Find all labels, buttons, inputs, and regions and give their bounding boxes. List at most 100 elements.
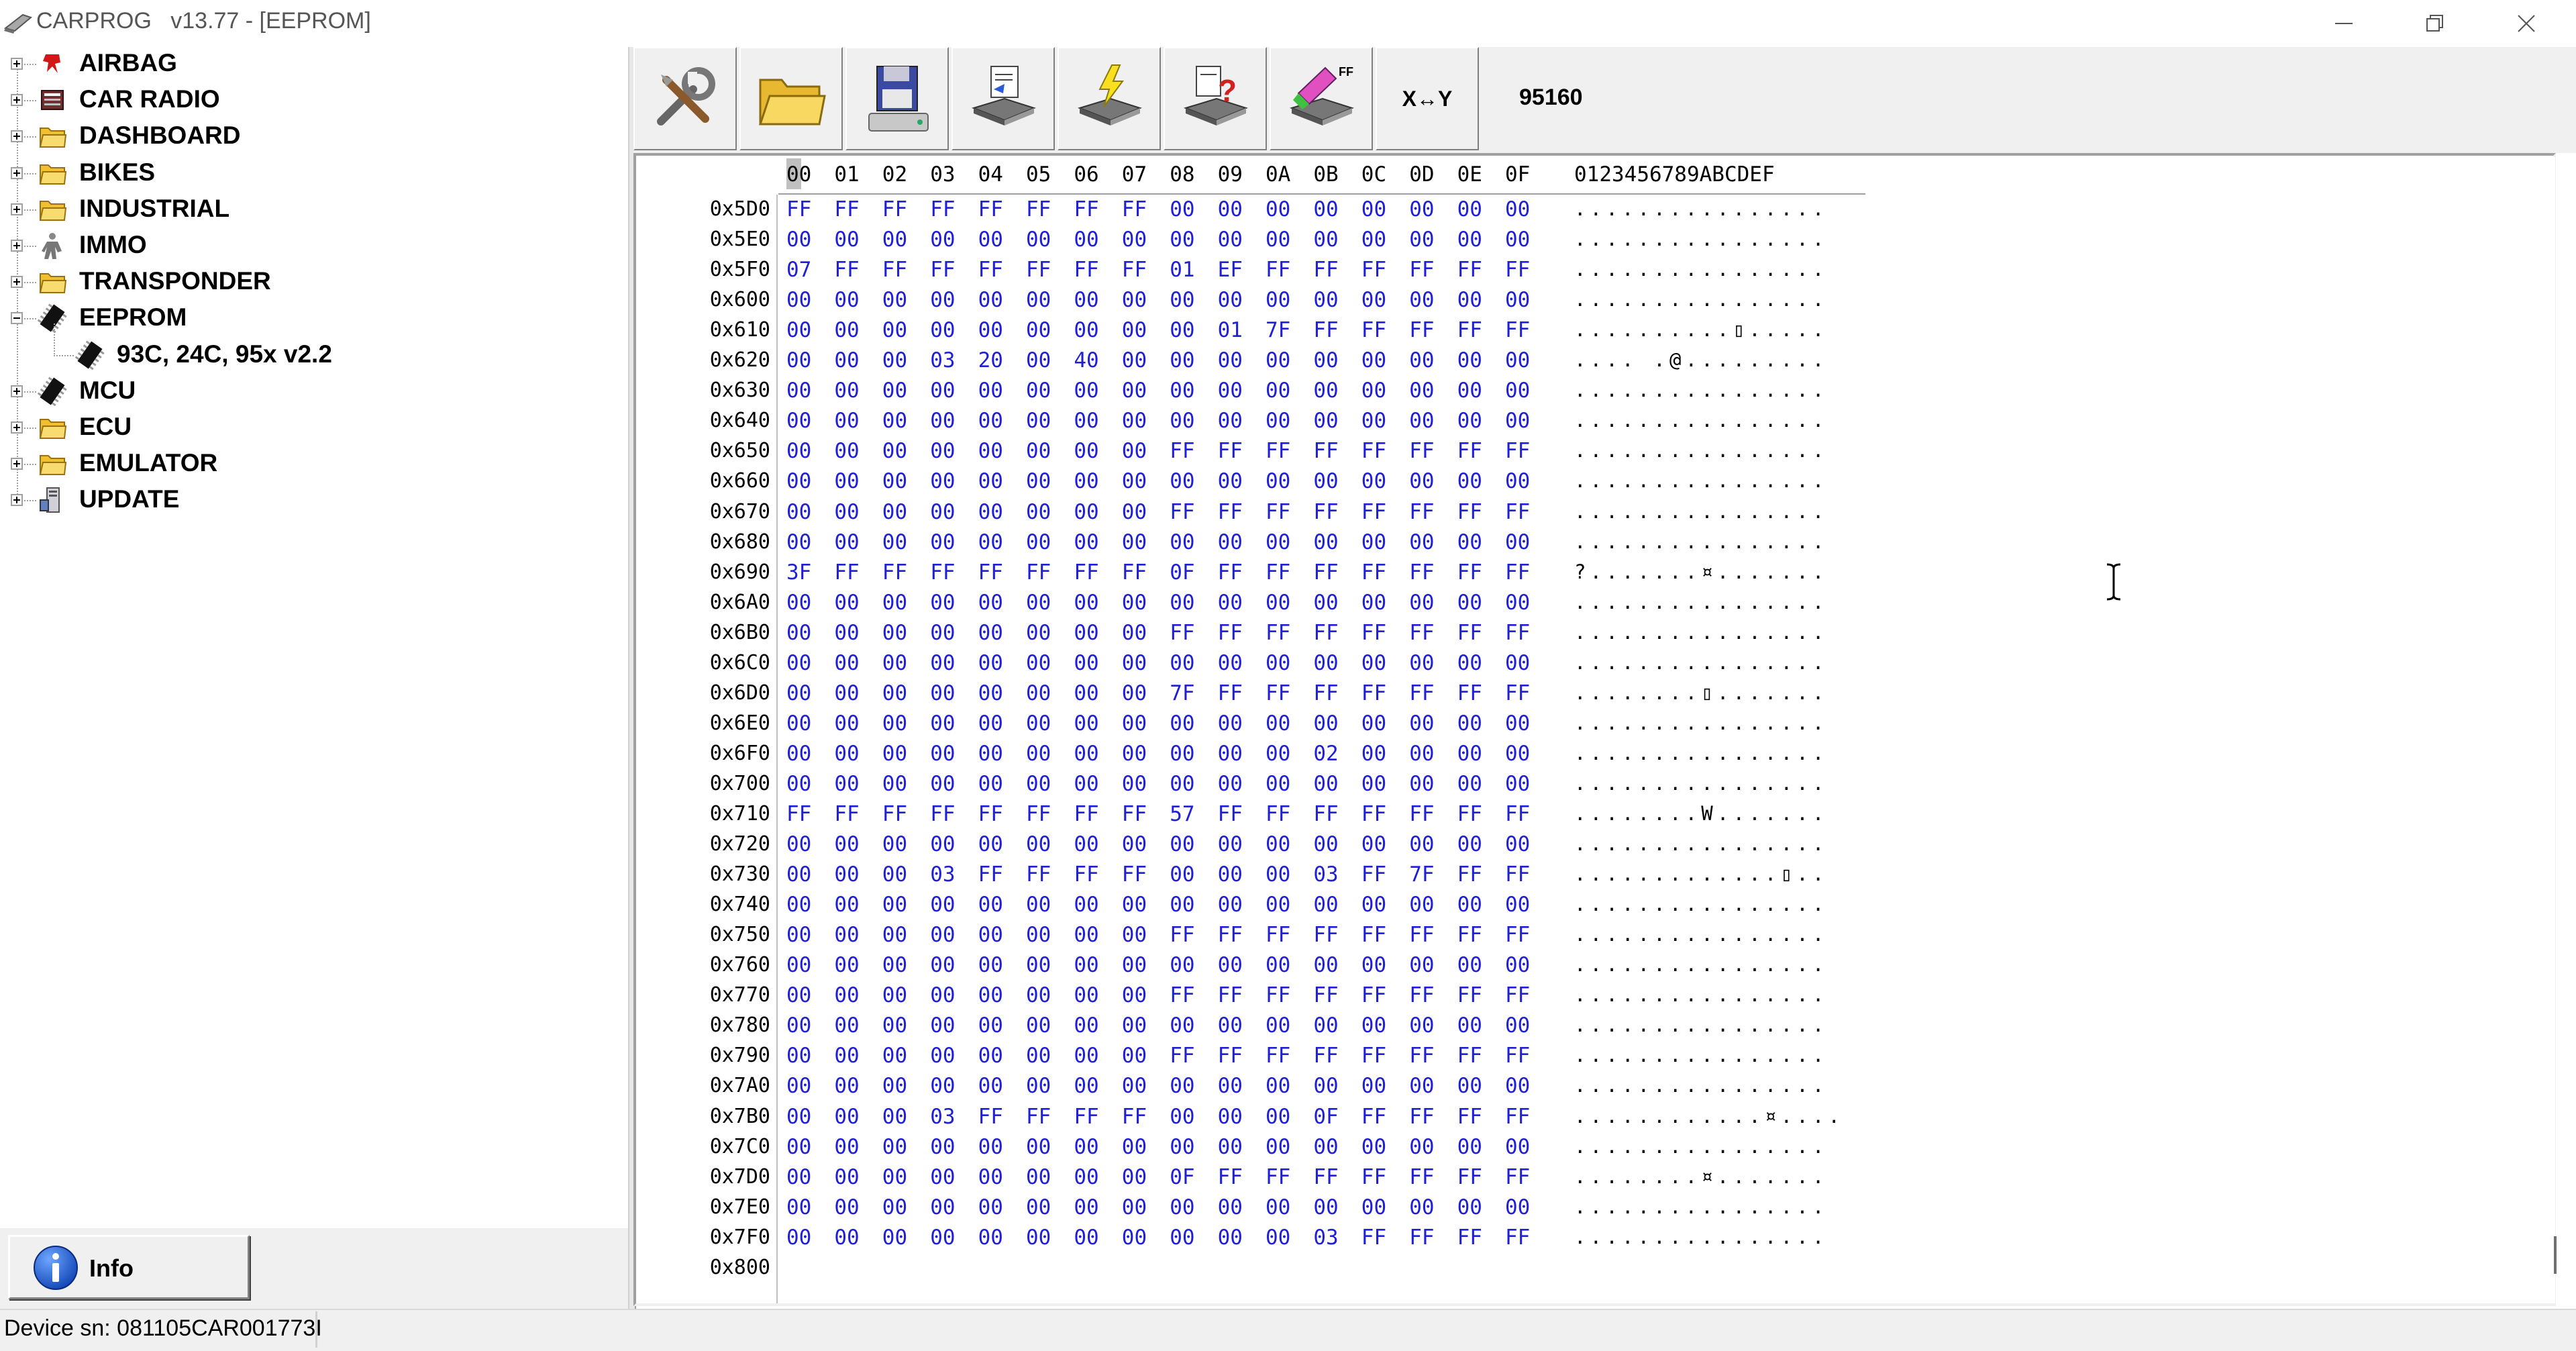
hex-byte[interactable]: FF <box>1313 983 1338 1007</box>
hex-byte[interactable]: 00 <box>1122 832 1147 856</box>
hex-byte[interactable]: 00 <box>1266 1135 1290 1159</box>
hex-byte[interactable]: 03 <box>930 348 955 372</box>
hex-byte[interactable]: FF <box>834 258 859 282</box>
write-chip-button[interactable] <box>1058 47 1161 150</box>
hex-byte[interactable]: 00 <box>1170 772 1194 796</box>
hex-byte[interactable]: FF <box>786 802 811 826</box>
hex-byte[interactable]: 00 <box>930 591 955 615</box>
hex-byte[interactable]: FF <box>1409 1225 1434 1250</box>
hex-byte[interactable]: 00 <box>1266 711 1290 736</box>
hex-byte[interactable]: 00 <box>1170 651 1194 675</box>
hex-byte[interactable]: 00 <box>1122 439 1147 463</box>
hex-byte[interactable]: 00 <box>978 288 1003 312</box>
hex-byte[interactable]: 00 <box>1218 1105 1243 1129</box>
hex-byte[interactable]: 00 <box>786 832 811 856</box>
hex-byte[interactable]: 00 <box>834 1105 859 1129</box>
hex-byte[interactable]: 00 <box>882 318 907 342</box>
hex-byte[interactable]: 00 <box>1074 1013 1098 1038</box>
hex-byte[interactable]: 00 <box>1026 621 1051 645</box>
hex-byte[interactable]: 00 <box>786 288 811 312</box>
hex-byte[interactable]: FF <box>1361 500 1386 524</box>
hex-byte[interactable]: 00 <box>1170 530 1194 554</box>
hex-byte[interactable]: 00 <box>1409 228 1434 252</box>
ascii-preview[interactable]: ................ <box>1574 1225 1828 1248</box>
hex-byte[interactable]: FF <box>1361 983 1386 1007</box>
hex-byte[interactable]: 00 <box>1074 1195 1098 1219</box>
hex-byte[interactable]: 00 <box>1218 651 1243 675</box>
hex-byte[interactable]: 0F <box>1170 1165 1194 1189</box>
hex-byte[interactable]: 00 <box>1026 318 1051 342</box>
ascii-preview[interactable]: ................ <box>1574 1013 1828 1036</box>
hex-byte[interactable]: 00 <box>1122 591 1147 615</box>
hex-byte[interactable]: 00 <box>786 681 811 705</box>
scrollbar-thumb[interactable] <box>2554 1236 2557 1274</box>
hex-byte[interactable]: 00 <box>882 621 907 645</box>
hex-byte[interactable]: 00 <box>1026 711 1051 736</box>
ascii-preview[interactable]: ................ <box>1574 621 1828 644</box>
hex-byte[interactable]: 00 <box>978 832 1003 856</box>
hex-byte[interactable]: 00 <box>882 1013 907 1038</box>
hex-byte[interactable]: 00 <box>1266 1195 1290 1219</box>
hex-byte[interactable]: 00 <box>786 1044 811 1068</box>
hex-byte[interactable]: FF <box>1122 1105 1147 1129</box>
hex-byte[interactable]: 02 <box>1313 742 1338 766</box>
hex-byte[interactable]: 00 <box>1266 591 1290 615</box>
hex-byte[interactable]: 00 <box>786 621 811 645</box>
hex-byte[interactable]: 00 <box>1122 953 1147 977</box>
hex-byte[interactable]: 00 <box>1026 742 1051 766</box>
hex-byte[interactable]: 00 <box>1266 651 1290 675</box>
hex-byte[interactable]: 00 <box>882 923 907 947</box>
hex-byte[interactable]: 01 <box>1170 258 1194 282</box>
hex-byte[interactable]: 00 <box>1505 228 1530 252</box>
hex-byte[interactable]: FF <box>1361 621 1386 645</box>
hex-byte[interactable]: FF <box>1505 318 1530 342</box>
hex-byte[interactable]: FF <box>1122 197 1147 221</box>
hex-byte[interactable]: 00 <box>1313 893 1338 917</box>
tree-item-dashboard[interactable]: DASHBOARD <box>0 118 624 154</box>
hex-byte[interactable]: 20 <box>978 348 1003 372</box>
hex-byte[interactable]: 00 <box>1361 228 1386 252</box>
hex-byte[interactable]: 00 <box>1026 228 1051 252</box>
hex-byte[interactable]: 00 <box>1457 348 1482 372</box>
hex-byte[interactable]: 00 <box>1074 1165 1098 1189</box>
hex-byte[interactable]: FF <box>1122 802 1147 826</box>
hex-byte[interactable]: 00 <box>1026 1044 1051 1068</box>
hex-byte[interactable]: 00 <box>1361 772 1386 796</box>
hex-byte[interactable]: 00 <box>1170 1195 1194 1219</box>
expand-icon[interactable] <box>11 494 23 507</box>
hex-byte[interactable]: 00 <box>1505 711 1530 736</box>
hex-byte[interactable]: 00 <box>1505 1013 1530 1038</box>
hex-byte[interactable]: 00 <box>786 530 811 554</box>
hex-byte[interactable]: 00 <box>1170 711 1194 736</box>
hex-byte[interactable]: 00 <box>930 1195 955 1219</box>
hex-byte[interactable]: 00 <box>1218 832 1243 856</box>
hex-byte[interactable]: FF <box>1266 621 1290 645</box>
hex-byte[interactable]: 00 <box>1026 530 1051 554</box>
hex-byte[interactable]: 00 <box>786 591 811 615</box>
hex-byte[interactable]: 00 <box>1409 1195 1434 1219</box>
hex-byte[interactable]: FF <box>1457 258 1482 282</box>
hex-byte[interactable]: 00 <box>1026 1013 1051 1038</box>
expand-icon[interactable] <box>11 421 23 434</box>
hex-byte[interactable]: 00 <box>1457 197 1482 221</box>
ascii-preview[interactable]: ................ <box>1574 1074 1828 1097</box>
tree-item-eeprom[interactable]: EEPROM <box>0 300 624 336</box>
hex-byte[interactable]: FF <box>1361 318 1386 342</box>
hex-byte[interactable]: FF <box>1361 439 1386 463</box>
hex-byte[interactable]: 00 <box>1074 1044 1098 1068</box>
hex-byte[interactable]: 00 <box>1026 893 1051 917</box>
hex-byte[interactable]: 00 <box>1266 379 1290 403</box>
ascii-preview[interactable]: ................ <box>1574 439 1828 462</box>
hex-byte[interactable]: 00 <box>1074 893 1098 917</box>
hex-byte[interactable]: 00 <box>1026 651 1051 675</box>
hex-byte[interactable]: 00 <box>786 651 811 675</box>
hex-byte[interactable]: 00 <box>1505 469 1530 493</box>
hex-byte[interactable]: 00 <box>1361 197 1386 221</box>
hex-byte[interactable]: 00 <box>882 742 907 766</box>
hex-byte[interactable]: FF <box>834 560 859 585</box>
hex-byte[interactable]: 00 <box>1361 591 1386 615</box>
hex-byte[interactable]: 00 <box>834 862 859 887</box>
hex-byte[interactable]: 00 <box>930 439 955 463</box>
hex-byte[interactable]: 00 <box>930 621 955 645</box>
hex-byte[interactable]: FF <box>1409 1105 1434 1129</box>
